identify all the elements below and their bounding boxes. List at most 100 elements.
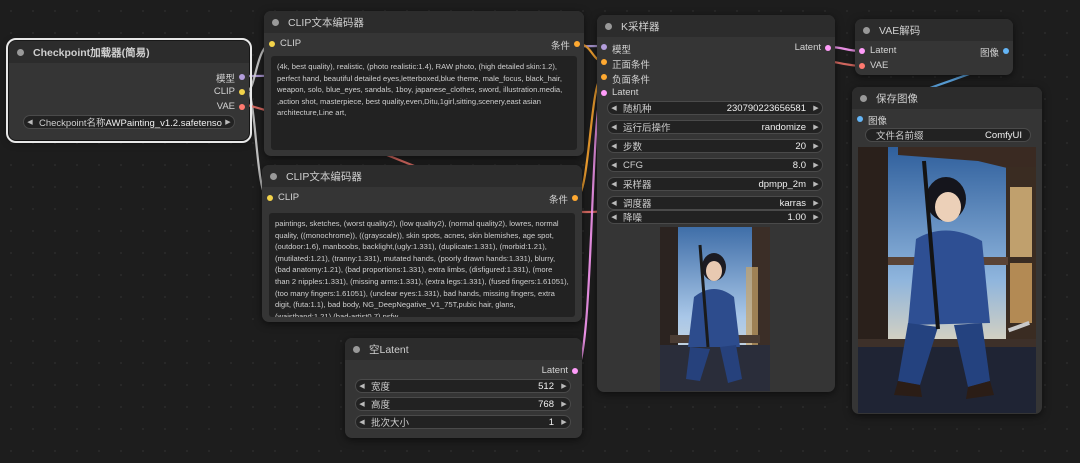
filename-prefix-input[interactable]: 文件名前缀 ComfyUI: [865, 128, 1031, 142]
widget-value: randomize: [761, 121, 806, 133]
widget-label: 降噪: [623, 213, 643, 224]
node-title-bar[interactable]: 保存图像: [852, 87, 1042, 109]
increment-arrow-icon[interactable]: ▶: [558, 418, 570, 426]
decrement-arrow-icon[interactable]: ◀: [608, 104, 620, 112]
output-model-socket[interactable]: [239, 74, 245, 80]
output-latent-socket[interactable]: [825, 45, 831, 51]
node-title-bar[interactable]: K采样器: [597, 15, 835, 37]
increment-arrow-icon[interactable]: ▶: [810, 161, 822, 169]
increment-arrow-icon[interactable]: ▶: [810, 180, 822, 188]
clip-text-encode-negative-node[interactable]: CLIP文本编码器 CLIP 条件 paintings, sketches, (…: [262, 165, 582, 322]
decrement-arrow-icon[interactable]: ◀: [608, 123, 620, 131]
output-latent-label: Latent: [541, 365, 568, 376]
output-clip-socket[interactable]: [239, 89, 245, 95]
checkpoint-loader-node[interactable]: Checkpoint加载器(简易) 模型 CLIP VAE ◀ Checkpoi…: [6, 38, 252, 143]
decrement-arrow-icon[interactable]: ◀: [608, 161, 620, 169]
sampler-combo[interactable]: ◀ 采样器 dpmpp_2m ▶: [607, 177, 823, 191]
node-title-bar[interactable]: CLIP文本编码器: [264, 11, 584, 33]
decrement-arrow-icon[interactable]: ◀: [356, 400, 368, 408]
height-number-widget[interactable]: ◀ 高度 768 ▶: [355, 397, 571, 411]
decrement-arrow-icon[interactable]: ◀: [608, 199, 620, 207]
combo-right-arrow-icon[interactable]: ▶: [222, 118, 234, 126]
widget-label: 高度: [371, 400, 391, 411]
seed-widget[interactable]: ◀ 随机种 230790223656581 ▶: [607, 101, 823, 115]
input-clip-label: CLIP: [278, 192, 300, 203]
widget-value: 1: [548, 416, 554, 428]
widget-label: 随机种: [623, 104, 652, 115]
clip-text-encode-positive-node[interactable]: CLIP文本编码器 CLIP 条件 (4k, best quality), re…: [264, 11, 584, 156]
output-vae-socket[interactable]: [239, 104, 245, 110]
node-title: VAE解码: [879, 24, 921, 37]
collapse-dot-icon[interactable]: [863, 26, 870, 34]
widget-value: 512: [538, 380, 554, 392]
input-clip-socket[interactable]: [269, 41, 275, 47]
checkpoint-name-combo[interactable]: ◀ Checkpoint名称AWPainting_v1.2.safetensor…: [23, 115, 235, 129]
node-title-bar[interactable]: 空Latent: [345, 338, 582, 360]
denoise-widget[interactable]: ◀ 降噪 1.00 ▶: [607, 210, 823, 224]
collapse-dot-icon[interactable]: [605, 22, 612, 30]
node-title-bar[interactable]: CLIP文本编码器: [262, 165, 582, 187]
output-latent-socket[interactable]: [572, 368, 578, 374]
increment-arrow-icon[interactable]: ▶: [810, 104, 822, 112]
output-conditioning-socket[interactable]: [574, 41, 580, 47]
increment-arrow-icon[interactable]: ▶: [810, 142, 822, 150]
collapse-dot-icon[interactable]: [860, 94, 867, 102]
input-vae-socket[interactable]: [859, 63, 865, 69]
empty-latent-node[interactable]: 空Latent Latent ◀ 宽度 512 ▶ ◀ 高度 768 ▶ ◀ 批…: [345, 338, 582, 438]
preview-image[interactable]: [660, 227, 770, 391]
increment-arrow-icon[interactable]: ▶: [810, 199, 822, 207]
decrement-arrow-icon[interactable]: ◀: [356, 418, 368, 426]
saved-image[interactable]: [858, 147, 1036, 413]
control-after-generate-combo[interactable]: ◀ 运行后操作 randomize ▶: [607, 120, 823, 134]
input-image-socket[interactable]: [857, 116, 863, 122]
node-title-bar[interactable]: VAE解码: [855, 19, 1013, 41]
widget-value: 230790223656581: [726, 102, 806, 114]
decrement-arrow-icon[interactable]: ◀: [356, 382, 368, 390]
batch-size-number-widget[interactable]: ◀ 批次大小 1 ▶: [355, 415, 571, 429]
negative-prompt-textarea[interactable]: paintings, sketches, (worst quality2), (…: [269, 213, 575, 317]
output-image-socket[interactable]: [1003, 48, 1009, 54]
widget-value: 8.0: [792, 159, 806, 171]
output-conditioning-socket[interactable]: [572, 195, 578, 201]
increment-arrow-icon[interactable]: ▶: [558, 382, 570, 390]
cfg-widget[interactable]: ◀ CFG 8.0 ▶: [607, 158, 823, 172]
widget-value: 1.00: [787, 211, 807, 223]
input-negative-label: 负面条件: [612, 75, 651, 86]
positive-prompt-textarea[interactable]: (4k, best quality), realistic, (photo re…: [271, 56, 577, 150]
combo-left-arrow-icon[interactable]: ◀: [24, 118, 36, 126]
width-number-widget[interactable]: ◀ 宽度 512 ▶: [355, 379, 571, 393]
increment-arrow-icon[interactable]: ▶: [810, 123, 822, 131]
widget-value: dpmpp_2m: [758, 178, 806, 190]
collapse-dot-icon[interactable]: [270, 172, 277, 180]
input-model-label: 模型: [612, 45, 632, 56]
input-model-socket[interactable]: [601, 44, 607, 50]
widget-value: karras: [779, 197, 806, 209]
input-latent-socket[interactable]: [601, 90, 607, 96]
vae-decode-node[interactable]: VAE解码 Latent VAE 图像: [855, 19, 1013, 75]
input-latent-label: Latent: [612, 87, 639, 98]
output-conditioning-label: 条件: [550, 41, 570, 52]
steps-widget[interactable]: ◀ 步数 20 ▶: [607, 139, 823, 153]
decrement-arrow-icon[interactable]: ◀: [608, 213, 620, 221]
collapse-dot-icon[interactable]: [17, 48, 24, 56]
widget-label: 运行后操作: [623, 123, 671, 134]
save-image-node[interactable]: 保存图像 图像 文件名前缀 ComfyUI: [852, 87, 1042, 414]
node-title: Checkpoint加载器(简易): [33, 46, 150, 59]
output-conditioning-label: 条件: [548, 195, 568, 206]
node-title: 空Latent: [369, 343, 409, 356]
collapse-dot-icon[interactable]: [353, 345, 360, 353]
input-latent-socket[interactable]: [859, 48, 865, 54]
input-negative-socket[interactable]: [601, 74, 607, 80]
collapse-dot-icon[interactable]: [272, 18, 279, 26]
increment-arrow-icon[interactable]: ▶: [810, 213, 822, 221]
combo-label: Checkpoint名称: [39, 118, 106, 129]
input-positive-socket[interactable]: [601, 59, 607, 65]
decrement-arrow-icon[interactable]: ◀: [608, 142, 620, 150]
increment-arrow-icon[interactable]: ▶: [558, 400, 570, 408]
scheduler-combo[interactable]: ◀ 调度器 karras ▶: [607, 196, 823, 210]
widget-label: 采样器: [623, 180, 652, 191]
input-clip-socket[interactable]: [267, 195, 273, 201]
node-title-bar[interactable]: Checkpoint加载器(简易): [9, 41, 249, 63]
ksampler-node[interactable]: K采样器 模型 正面条件 负面条件 Latent Latent ◀ 随机种 23…: [597, 15, 835, 392]
decrement-arrow-icon[interactable]: ◀: [608, 180, 620, 188]
